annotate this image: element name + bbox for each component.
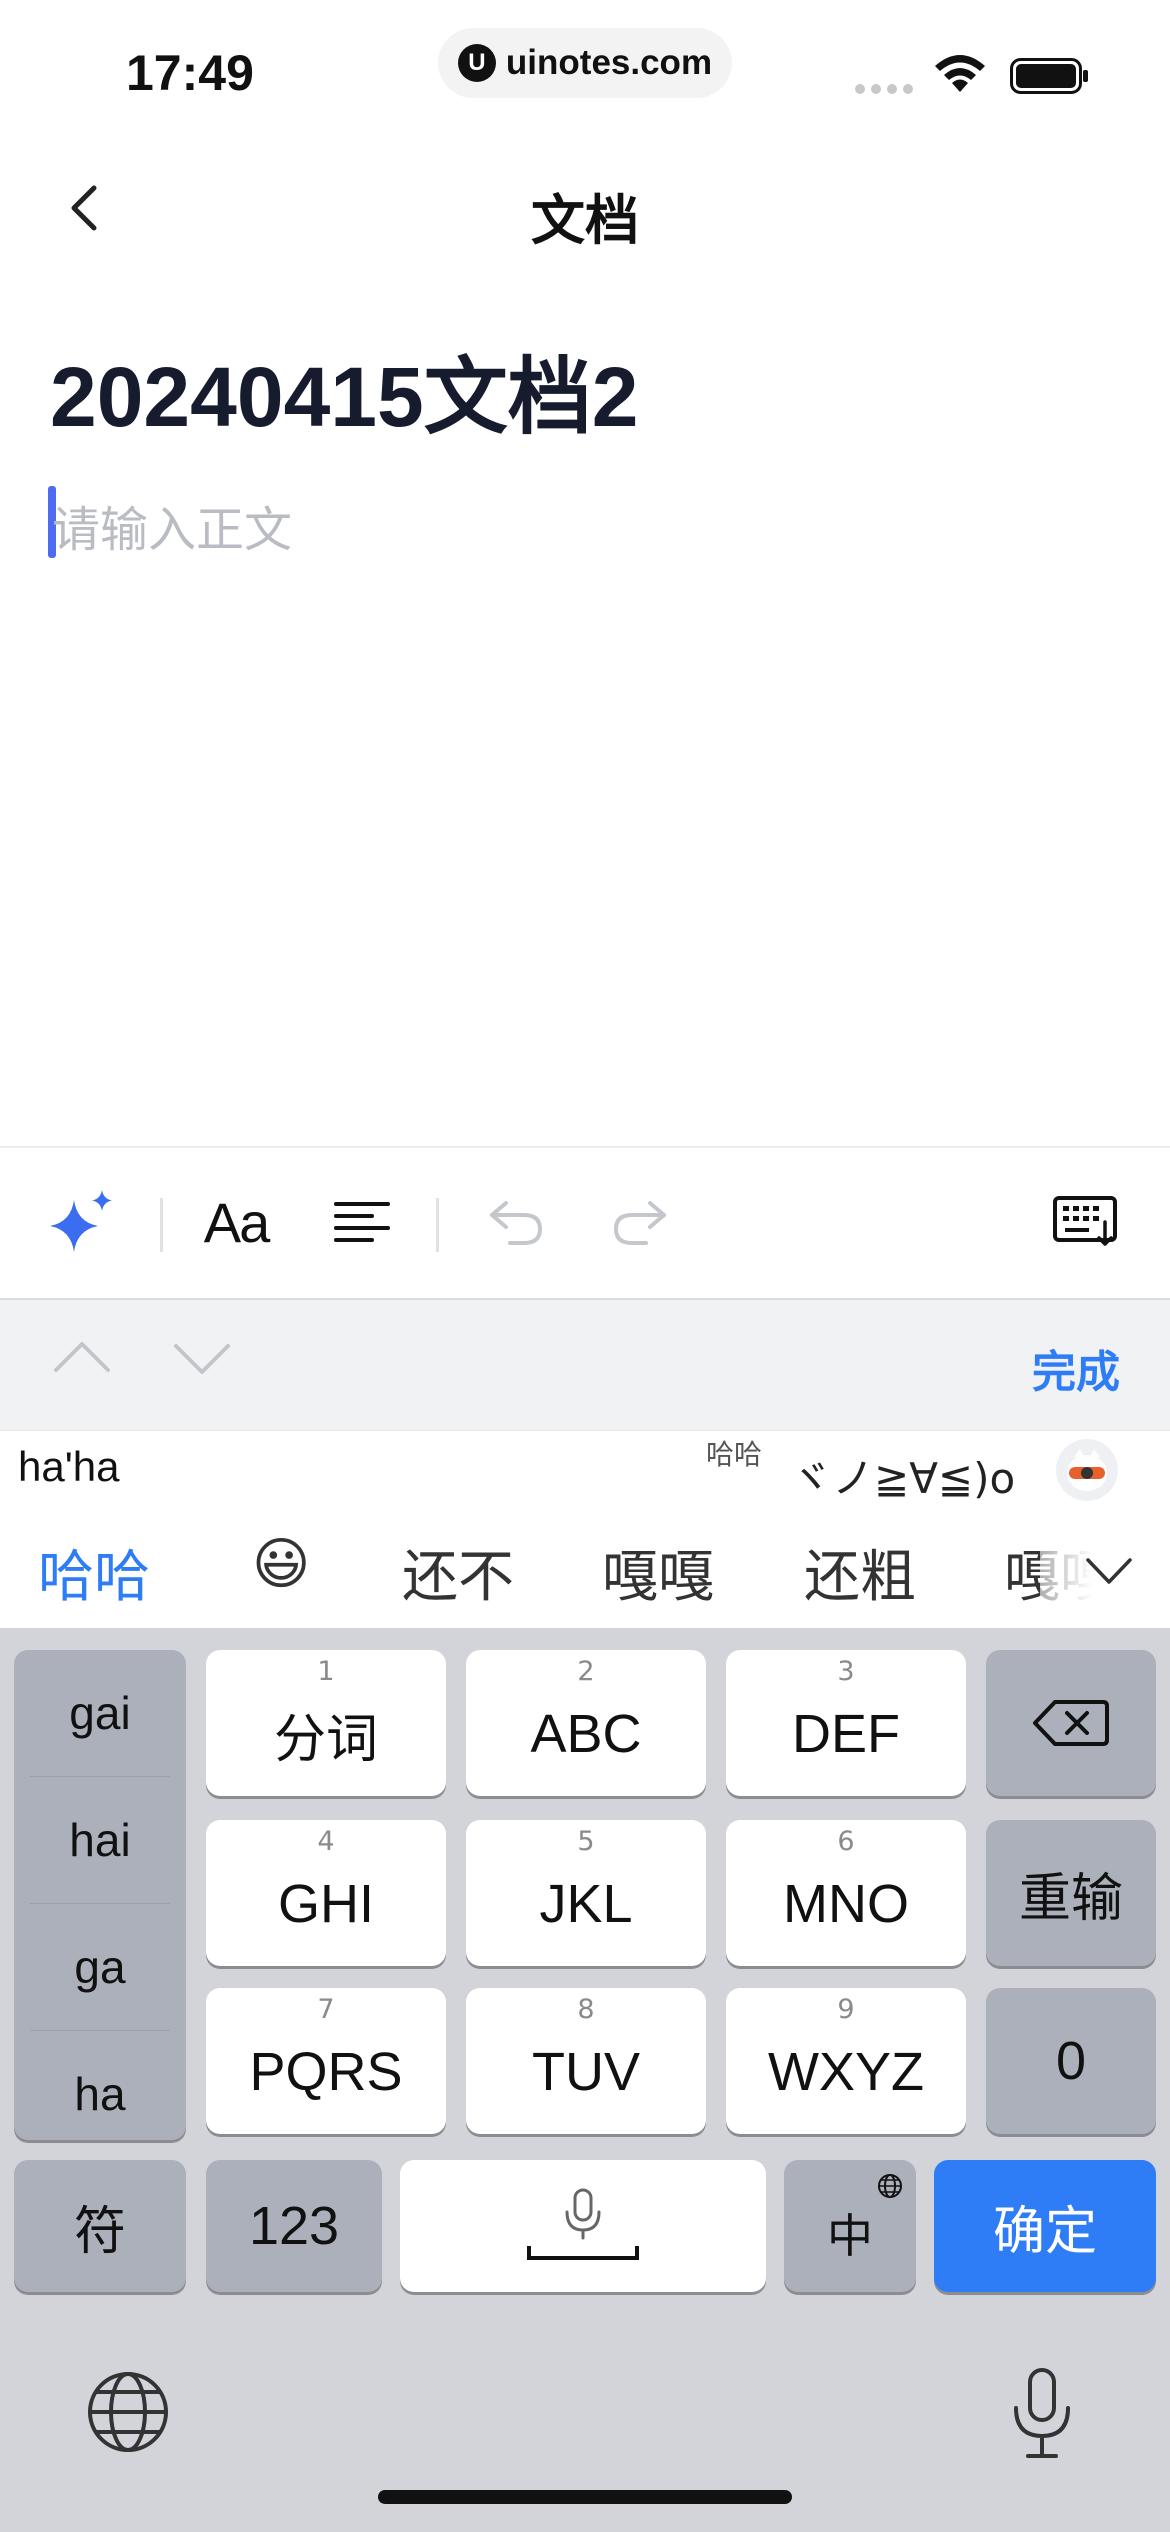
syllable-item[interactable]: ga — [30, 1904, 170, 2031]
small-globe-icon — [878, 2174, 902, 2198]
reinput-key[interactable]: 重输 — [986, 1820, 1156, 1966]
key-6[interactable]: 6 MNO — [726, 1820, 966, 1966]
dictation-mic-icon[interactable] — [1010, 2366, 1074, 2460]
text-format-button[interactable]: Aa — [196, 1186, 276, 1258]
redo-button[interactable] — [600, 1186, 680, 1258]
key-label: WXYZ — [768, 2042, 924, 2102]
align-button[interactable] — [322, 1186, 402, 1258]
cellular-signal-icon — [855, 84, 913, 94]
url-pill[interactable]: U uinotes.com — [438, 28, 732, 98]
zero-key[interactable]: 0 — [986, 1988, 1156, 2134]
delete-key[interactable] — [986, 1650, 1156, 1796]
space-mic-icon — [527, 2188, 639, 2260]
key-number: 7 — [317, 1994, 335, 2025]
ime-mascot-icon[interactable] — [1056, 1439, 1118, 1501]
document-title[interactable]: 20240415文档2 — [50, 330, 638, 451]
text-format-label: Aa — [203, 1190, 270, 1254]
key-number: 3 — [837, 1656, 855, 1687]
body-placeholder[interactable]: 请输入正文 — [52, 490, 292, 560]
hide-keyboard-button[interactable] — [1046, 1186, 1126, 1258]
key-7[interactable]: 7 PQRS — [206, 1988, 446, 2134]
key-4[interactable]: 4 GHI — [206, 1820, 446, 1966]
key-9[interactable]: 9 WXYZ — [726, 1988, 966, 2134]
key-number: 5 — [577, 1826, 595, 1857]
pinyin-composition-row: ha'ha 哈哈 ヾノ≧∀≦)o — [0, 1430, 1170, 1509]
align-left-icon — [334, 1202, 390, 1242]
key-8[interactable]: 8 TUV — [466, 1988, 706, 2134]
key-label: JKL — [539, 1874, 633, 1934]
redo-icon — [613, 1201, 666, 1245]
key-3[interactable]: 3 DEF — [726, 1650, 966, 1796]
syllable-item[interactable]: ha — [30, 2031, 170, 2157]
key-label: MNO — [783, 1874, 909, 1934]
candidate-item[interactable]: 😃 — [252, 1532, 310, 1597]
wifi-icon — [935, 55, 985, 92]
candidate-bar: 哈哈 😃 还不 嘎嘎 还粗 嘎嘎 — [0, 1508, 1170, 1628]
key-label: TUV — [532, 2042, 640, 2102]
language-switch-key[interactable]: 中 — [784, 2160, 916, 2292]
key-label: DEF — [792, 1704, 900, 1764]
keyboard-dismiss-icon — [1053, 1196, 1117, 1246]
key-number: 8 — [577, 1994, 595, 2025]
globe-icon[interactable] — [86, 2370, 170, 2454]
space-key[interactable] — [400, 2160, 766, 2292]
key-label: 重输 — [1018, 1868, 1123, 1929]
undo-button[interactable] — [476, 1186, 556, 1258]
backspace-icon — [1033, 1700, 1109, 1746]
key-label: 符 — [73, 2201, 126, 2262]
key-number: 2 — [577, 1656, 595, 1687]
key-1[interactable]: 1 分词 — [206, 1650, 446, 1796]
key-number: 9 — [837, 1994, 855, 2025]
key-2[interactable]: 2 ABC — [466, 1650, 706, 1796]
key-label: ABC — [530, 1704, 642, 1764]
editor-toolbar: Aa — [0, 1146, 1170, 1300]
toolbar-divider — [436, 1198, 439, 1252]
syllable-item[interactable]: hai — [30, 1777, 170, 1904]
candidate-item[interactable]: 还粗 — [804, 1532, 916, 1613]
url-text: uinotes.com — [505, 43, 713, 82]
battery-icon — [1010, 58, 1088, 94]
next-field-icon[interactable] — [172, 1340, 232, 1380]
page-title: 文档 — [531, 189, 639, 252]
status-time: 17:49 — [126, 45, 254, 101]
undo-icon — [490, 1201, 543, 1245]
syllable-column[interactable]: gai hai ga ha — [14, 1650, 186, 2140]
key-label: 确定 — [992, 2201, 1097, 2262]
key-label: 123 — [248, 2196, 340, 2256]
numeric-key[interactable]: 123 — [206, 2160, 382, 2292]
done-button[interactable]: 完成 — [1032, 1336, 1120, 1400]
kaomoji-suggestion[interactable]: ヾノ≧∀≦)o — [790, 1445, 1015, 1506]
toolbar-divider — [160, 1198, 163, 1252]
confirm-key[interactable]: 确定 — [934, 2160, 1156, 2292]
ai-sparkle-button[interactable] — [44, 1186, 124, 1258]
input-accessory-bar: 完成 — [0, 1298, 1170, 1432]
candidate-item[interactable]: 哈哈 — [38, 1532, 150, 1613]
key-label: 分词 — [273, 1709, 378, 1770]
key-label: PQRS — [249, 2042, 403, 2102]
key-5[interactable]: 5 JKL — [466, 1820, 706, 1966]
symbol-key[interactable]: 符 — [14, 2160, 186, 2292]
pinyin-text: ha'ha — [18, 1443, 120, 1490]
candidate-item[interactable]: 嘎嘎 — [602, 1532, 714, 1613]
previous-field-icon[interactable] — [52, 1336, 112, 1376]
key-number: 4 — [317, 1826, 335, 1857]
key-label: 0 — [1055, 2031, 1087, 2091]
key-number: 6 — [837, 1826, 855, 1857]
emoticon-hint: 哈哈 — [706, 1438, 763, 1471]
site-logo-icon: U — [457, 44, 496, 82]
key-label: GHI — [277, 1874, 374, 1934]
syllable-item[interactable]: gai — [30, 1650, 170, 1777]
home-indicator[interactable] — [378, 2490, 792, 2504]
candidate-item[interactable]: 还不 — [402, 1532, 514, 1613]
nine-key-keyboard: gai hai ga ha 1 分词 2 ABC 3 DEF 4 GHI 5 J… — [0, 1628, 1170, 2532]
expand-candidates-icon[interactable] — [1084, 1544, 1134, 1594]
key-number: 1 — [317, 1656, 335, 1687]
sparkle-icon — [50, 1190, 112, 1252]
key-label: 中 — [827, 2209, 873, 2263]
